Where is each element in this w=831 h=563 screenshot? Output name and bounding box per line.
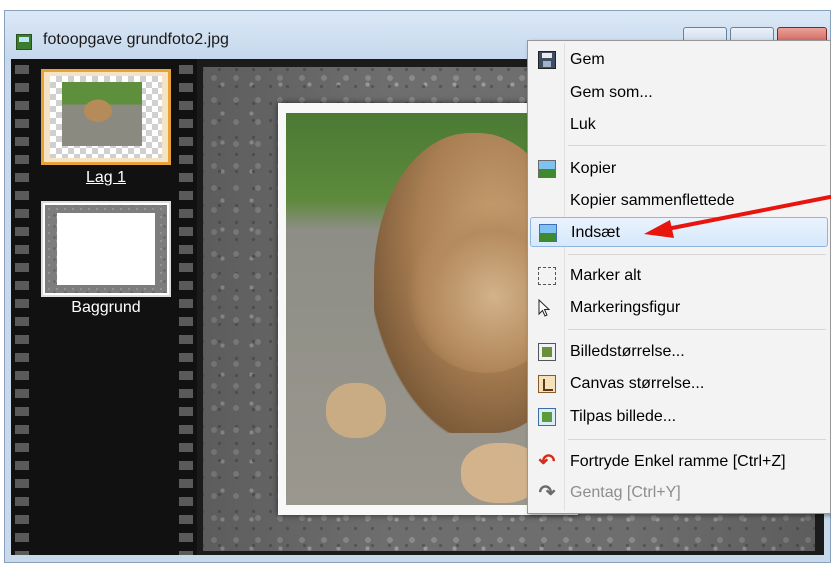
fit-image-icon: [538, 408, 556, 426]
menu-item-kopier[interactable]: Kopier: [530, 154, 828, 184]
image-paste-icon: [539, 224, 557, 242]
layer-thumbnail-baggrund[interactable]: [41, 201, 171, 297]
layer-thumbnail-lag1[interactable]: [41, 69, 171, 165]
redo-icon: ↷: [538, 482, 556, 504]
pointer-icon: [538, 299, 552, 317]
select-all-icon: [538, 267, 556, 285]
menu-item-canvas-storrelse[interactable]: Canvas størrelse...: [530, 369, 828, 399]
menu-item-billedstorrelse[interactable]: Billedstørrelse...: [530, 337, 828, 367]
context-menu: Gem Gem som... Luk Kopier Kopier sammenf…: [527, 40, 831, 514]
menu-separator: [568, 439, 826, 440]
image-file-icon: [16, 34, 32, 50]
menu-item-fortryde[interactable]: ↶ Fortryde Enkel ramme [Ctrl+Z]: [530, 447, 828, 477]
menu-item-marker-alt[interactable]: Marker alt: [530, 261, 828, 291]
film-sprockets-right: [179, 59, 193, 555]
save-icon: [538, 51, 556, 69]
window-title: fotoopgave grundfoto2.jpg: [43, 31, 229, 48]
layer-label[interactable]: Lag 1: [41, 169, 171, 187]
layer-label[interactable]: Baggrund: [41, 299, 171, 317]
menu-item-markeringsfigur[interactable]: Markeringsfigur: [530, 293, 828, 323]
layers-panel: Lag 1 Baggrund: [11, 59, 197, 555]
menu-item-gem[interactable]: Gem: [530, 45, 828, 75]
image-copy-icon: [538, 160, 556, 178]
image-size-icon: [538, 343, 556, 361]
menu-item-gem-som[interactable]: Gem som...: [530, 78, 828, 108]
menu-separator: [568, 254, 826, 255]
annotation-arrow: [644, 195, 831, 238]
canvas-size-icon: [538, 375, 556, 393]
menu-item-tilpas-billede[interactable]: Tilpas billede...: [530, 402, 828, 432]
layer-preview-image: [62, 82, 142, 146]
menu-item-luk[interactable]: Luk: [530, 110, 828, 140]
menu-separator: [568, 145, 826, 146]
menu-separator: [568, 329, 826, 330]
menu-item-gentag: ↷ Gentag [Ctrl+Y]: [538, 482, 681, 504]
film-sprockets-left: [15, 59, 29, 555]
undo-icon: ↶: [538, 451, 556, 473]
